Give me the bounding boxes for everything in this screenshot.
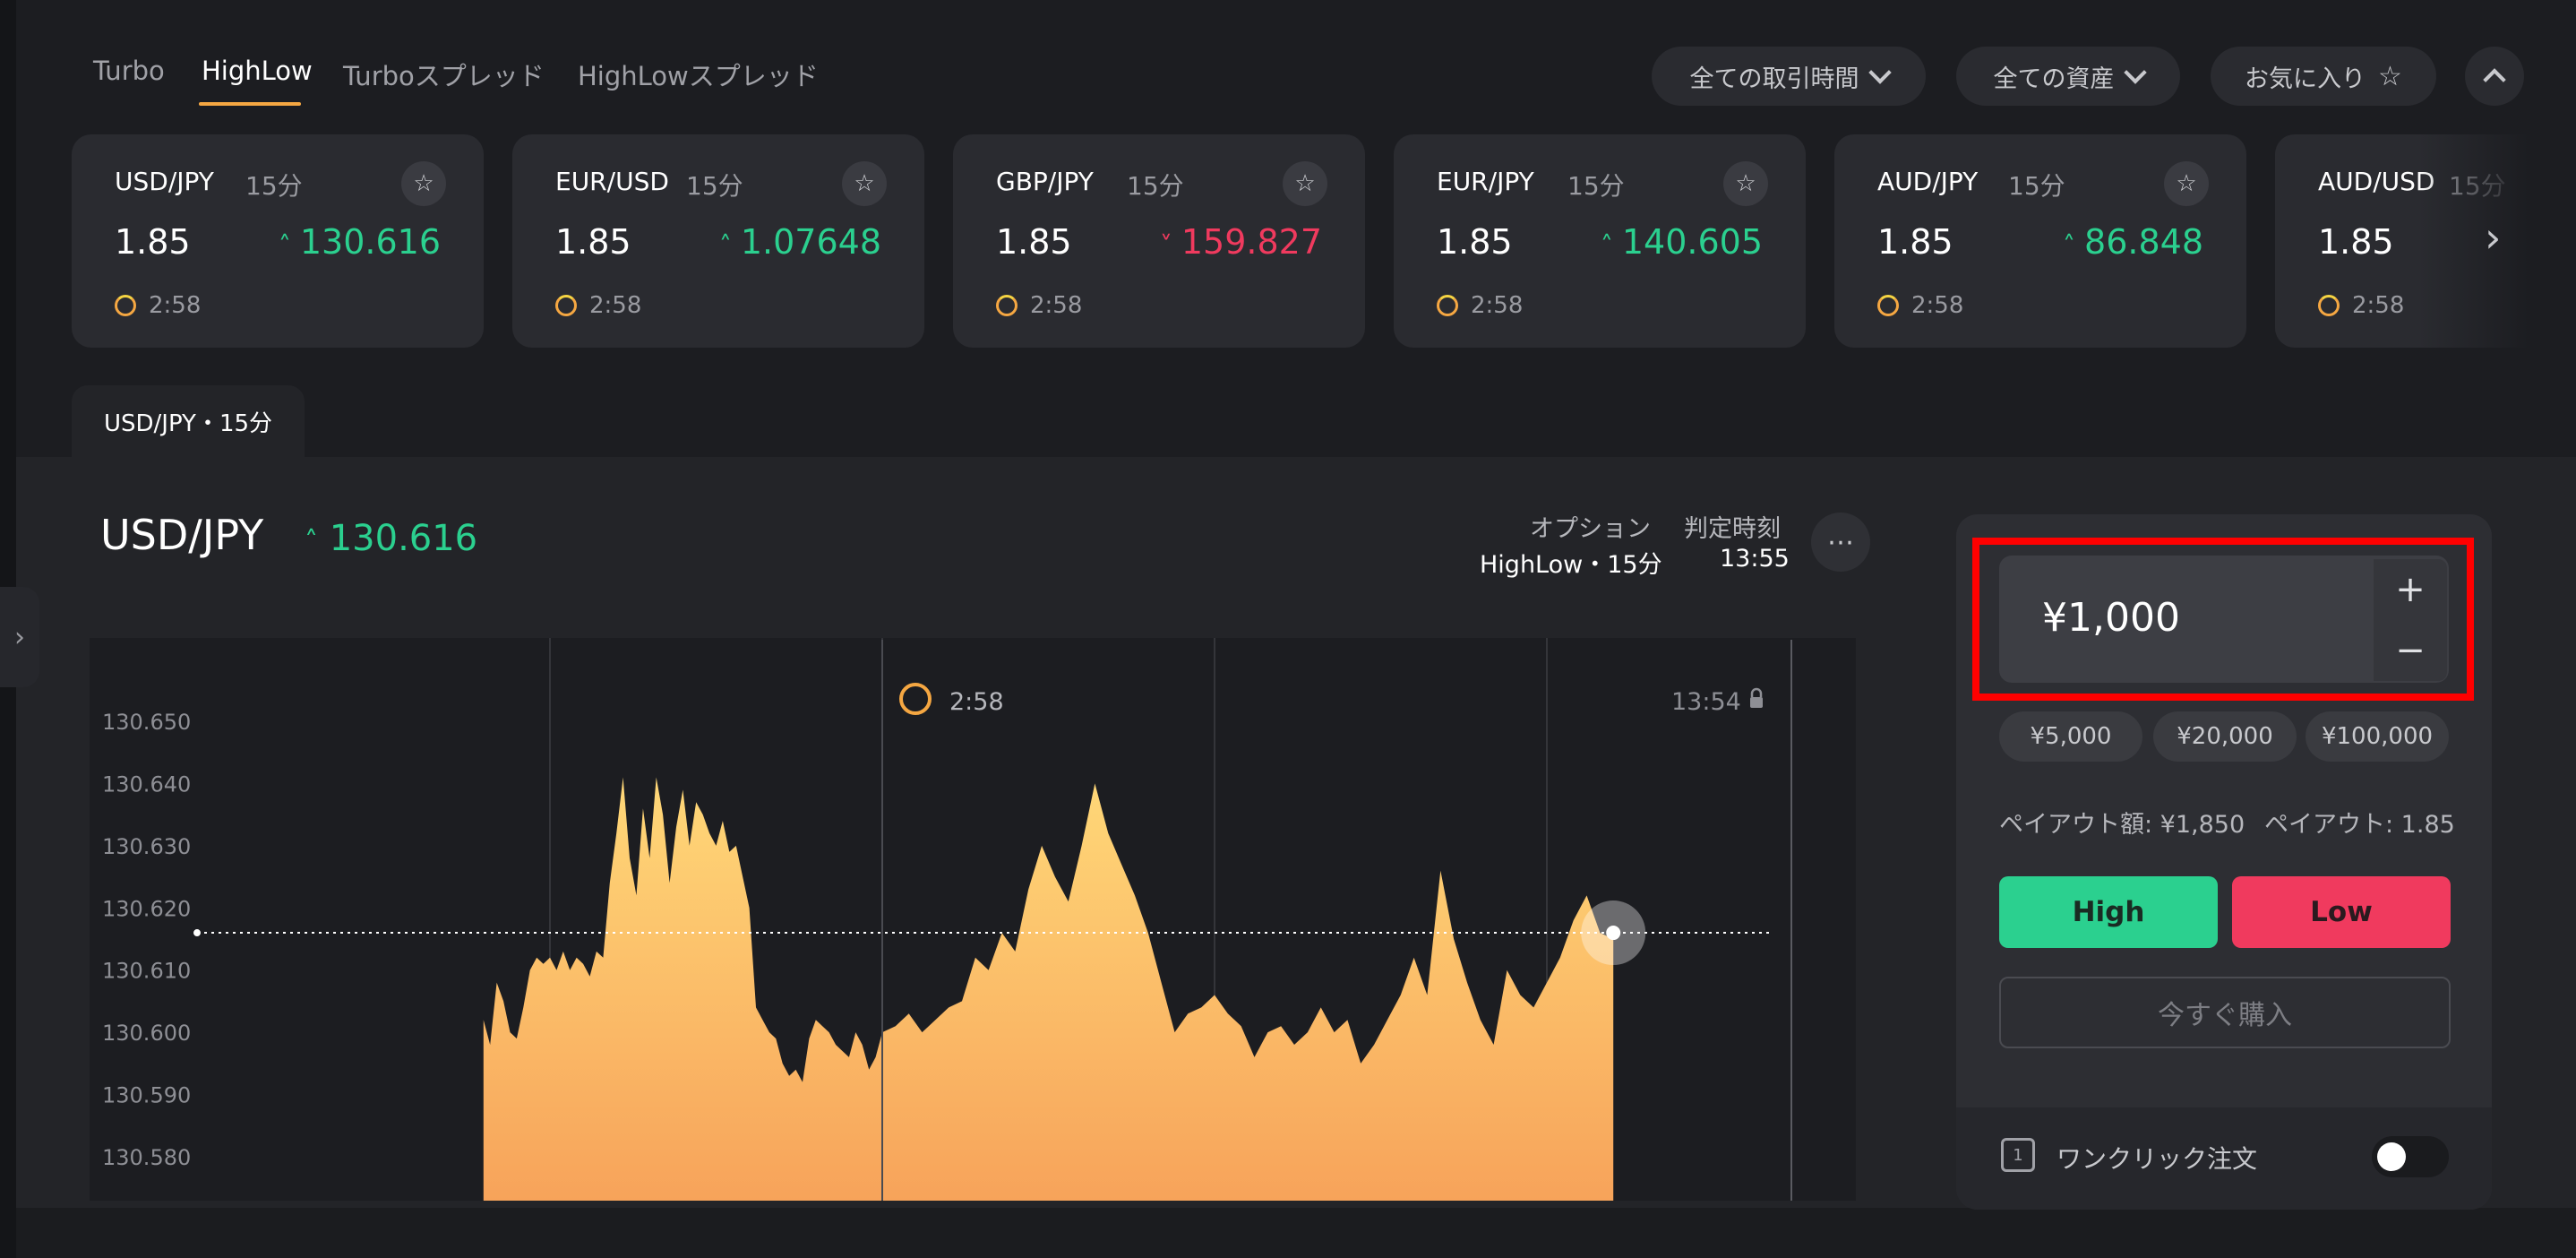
y-tick-label: 130.580 [102,1145,191,1170]
y-tick-label: 130.620 [102,896,191,921]
one-click-icon: 1 [2001,1138,2035,1172]
y-tick-label: 130.590 [102,1083,191,1108]
preset-amount-100000[interactable]: ¥100,000 [2306,711,2449,762]
toggle-knob [2377,1142,2406,1171]
y-tick-label: 130.610 [102,959,191,984]
preset-amount-5000[interactable]: ¥5,000 [1999,711,2142,762]
payout-rate: ペイアウト: 1.85 [2264,811,2455,839]
current-price-dot [1606,926,1621,941]
low-button[interactable]: Low [2232,876,2451,948]
strike-start-dot [193,929,201,937]
one-click-label: ワンクリック注文 [2057,1144,2258,1174]
close-time-text: 13:54 [1671,688,1741,716]
countdown-ring-icon [899,683,932,715]
buy-now-button[interactable]: 今すぐ購入 [1999,977,2451,1048]
y-tick-label: 130.650 [102,710,191,735]
high-button[interactable]: High [1999,876,2218,948]
payout-amount: ペイアウト額: ¥1,850 [1999,811,2245,839]
preset-amount-20000[interactable]: ¥20,000 [2153,711,2297,762]
countdown-text: 2:58 [949,688,1004,716]
lock-icon [1750,687,1763,708]
amount-highlight-box [1972,538,2474,701]
y-tick-label: 130.640 [102,771,191,797]
price-area-series [483,777,1614,1201]
y-tick-label: 130.630 [102,834,191,859]
y-tick-label: 130.600 [102,1021,191,1046]
one-click-toggle[interactable] [2372,1136,2449,1177]
bottom-band [16,1208,2576,1258]
